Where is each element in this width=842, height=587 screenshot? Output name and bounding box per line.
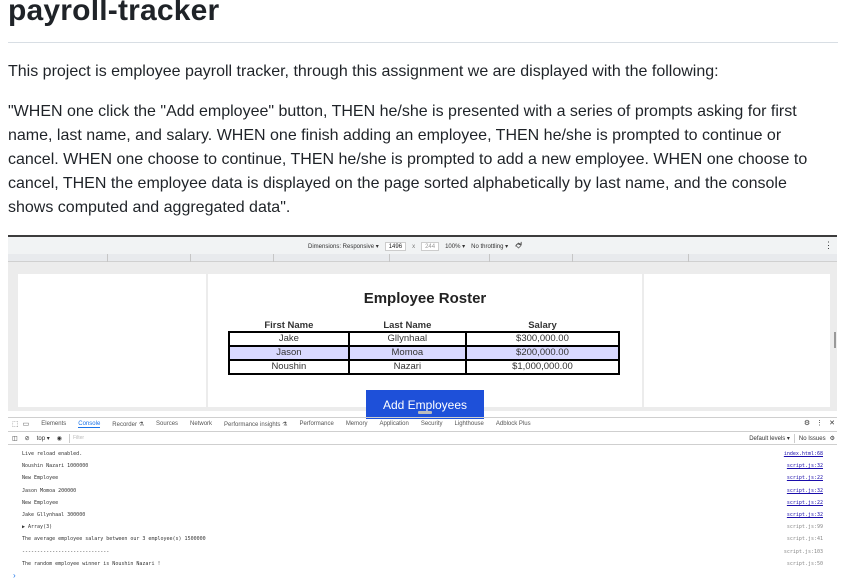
source-link[interactable]: script.js:32	[787, 463, 823, 469]
clear-console-icon[interactable]: ⊘	[25, 435, 30, 442]
cell-last-name: Gllynhaal	[347, 331, 467, 347]
console-settings-gear-icon[interactable]: ⚙	[830, 435, 835, 442]
tab-lighthouse[interactable]: Lighthouse	[455, 421, 484, 427]
rotate-icon[interactable]	[514, 241, 523, 252]
console-prompt[interactable]: ›	[13, 571, 16, 580]
width-input[interactable]: 1496	[384, 242, 407, 251]
app-page: Employee Roster First Name Last Name Sal…	[208, 274, 642, 419]
source-link[interactable]: script.js:32	[787, 512, 823, 518]
source-link[interactable]: script.js:22	[787, 475, 823, 481]
devtools-screenshot: Dimensions: Responsive ▾ 1496 x 244 100%…	[8, 235, 837, 587]
table-row: Jason Momoa $200,000.00	[228, 345, 621, 361]
console-line: The average employee salary between our …	[22, 536, 823, 543]
kebab-icon[interactable]: ⋮	[824, 240, 833, 251]
cell-salary: $1,000,000.00	[464, 359, 621, 375]
live-expression-eye-icon[interactable]: ◉	[57, 435, 62, 442]
readme-title: payroll-tracker	[8, 0, 220, 27]
console-line: ----------------------------- script.js:1…	[22, 548, 823, 555]
title-divider	[8, 42, 838, 43]
tab-performance[interactable]: Performance	[299, 421, 333, 427]
cell-first-name: Jake	[228, 331, 350, 347]
cell-salary: $300,000.00	[464, 331, 621, 347]
sidebar-toggle-icon[interactable]: ◫	[12, 435, 18, 442]
console-output: Live reload enabled. index.html:68 Noushi…	[8, 449, 837, 571]
source-link[interactable]: script.js:99	[787, 524, 823, 530]
table-row: Jake Gllynhaal $300,000.00	[228, 331, 621, 347]
table-row: Noushin Nazari $1,000,000.00	[228, 359, 621, 375]
console-line: New Employee script.js:22	[22, 475, 823, 482]
table-header-row: First Name Last Name Salary	[229, 320, 619, 332]
col-last-name: Last Name	[383, 320, 432, 331]
tab-adblock-plus[interactable]: Adblock Plus	[496, 421, 531, 427]
issues-button[interactable]: No Issues	[799, 436, 826, 442]
cell-last-name: Momoa	[347, 345, 467, 361]
tab-performance-insights[interactable]: Performance insights ⚗	[224, 421, 287, 428]
quote-paragraph: "WHEN one click the "Add employee" butto…	[8, 103, 808, 216]
cell-last-name: Nazari	[347, 359, 467, 375]
console-line: The random employee winner is Noushin Na…	[22, 560, 823, 567]
device-viewport: Employee Roster First Name Last Name Sal…	[8, 262, 837, 419]
resize-handle[interactable]	[418, 411, 432, 414]
viewport-right-panel	[644, 274, 830, 407]
source-link[interactable]: script.js:22	[787, 500, 823, 506]
toolbar-divider	[793, 434, 795, 443]
col-first-name: First Name	[264, 320, 314, 331]
device-toolbar: Dimensions: Responsive ▾ 1496 x 244 100%…	[8, 235, 837, 254]
source-link[interactable]: index.html:68	[784, 451, 823, 457]
tab-application[interactable]: Application	[379, 421, 408, 427]
employee-table: First Name Last Name Salary Jake Gllynha…	[228, 320, 621, 375]
tab-sources[interactable]: Sources	[156, 421, 178, 427]
media-query-ruler	[8, 254, 837, 262]
console-line: Jason Momoa 200000 script.js:32	[22, 487, 823, 494]
source-link[interactable]: script.js:103	[784, 549, 823, 555]
context-selector[interactable]: top ▾	[37, 435, 50, 442]
height-input[interactable]: 244	[421, 242, 440, 251]
tab-recorder[interactable]: Recorder ⚗	[112, 421, 144, 428]
filter-input[interactable]: Filter	[68, 434, 149, 443]
console-line-array[interactable]: ▶ Array(3) script.js:99	[8, 522, 837, 534]
roster-title: Employee Roster	[363, 290, 487, 307]
tab-security[interactable]: Security	[421, 421, 443, 427]
source-link[interactable]: script.js:41	[787, 536, 823, 542]
log-levels-dropdown[interactable]: Default levels ▾	[749, 435, 790, 442]
devtools-actions: ⚙ ⋮ ✕	[804, 419, 835, 427]
devtools-tab-bar: ⬚ ▭ Elements Console Recorder ⚗ Sources …	[8, 417, 837, 430]
viewport-scrollbar[interactable]	[834, 332, 836, 348]
more-options-icon[interactable]: ⋮	[816, 419, 823, 427]
col-salary: Salary	[528, 320, 557, 331]
dimensions-dropdown[interactable]: Dimensions: Responsive ▾	[308, 243, 379, 250]
throttling-dropdown[interactable]: No throttling ▾	[471, 243, 508, 250]
add-employees-button[interactable]: Add Employees	[366, 390, 484, 419]
device-toggle-icon[interactable]: ▭	[23, 420, 30, 428]
intro-paragraph: This project is employee payroll tracker…	[8, 63, 719, 80]
console-line: New Employee script.js:22	[22, 499, 823, 506]
console-toolbar: ◫ ⊘ top ▾ ◉ Filter Default levels ▾ No I…	[8, 431, 837, 445]
console-line: Live reload enabled. index.html:68	[22, 451, 823, 457]
device-toolbar-controls: Dimensions: Responsive ▾ 1496 x 244 100%…	[308, 241, 523, 252]
tab-memory[interactable]: Memory	[346, 421, 368, 427]
close-icon[interactable]: ✕	[829, 419, 835, 427]
console-line: Jake Gllynhaal 300000 script.js:32	[22, 511, 823, 518]
tab-elements[interactable]: Elements	[41, 421, 66, 427]
cell-first-name: Jason	[228, 345, 350, 361]
viewport-left-panel	[18, 274, 206, 407]
cell-first-name: Noushin	[228, 359, 350, 375]
source-link[interactable]: script.js:50	[787, 561, 823, 567]
zoom-dropdown[interactable]: 100% ▾	[445, 243, 465, 250]
source-link[interactable]: script.js:32	[787, 488, 823, 494]
inspect-icon[interactable]: ⬚	[12, 420, 19, 428]
tab-network[interactable]: Network	[190, 421, 212, 427]
console-line: Noushin Nazari 1000000 script.js:32	[22, 463, 823, 470]
cell-salary: $200,000.00	[464, 345, 621, 361]
times-label: x	[412, 243, 416, 250]
tab-console[interactable]: Console	[78, 421, 101, 428]
settings-gear-icon[interactable]: ⚙	[804, 419, 810, 427]
